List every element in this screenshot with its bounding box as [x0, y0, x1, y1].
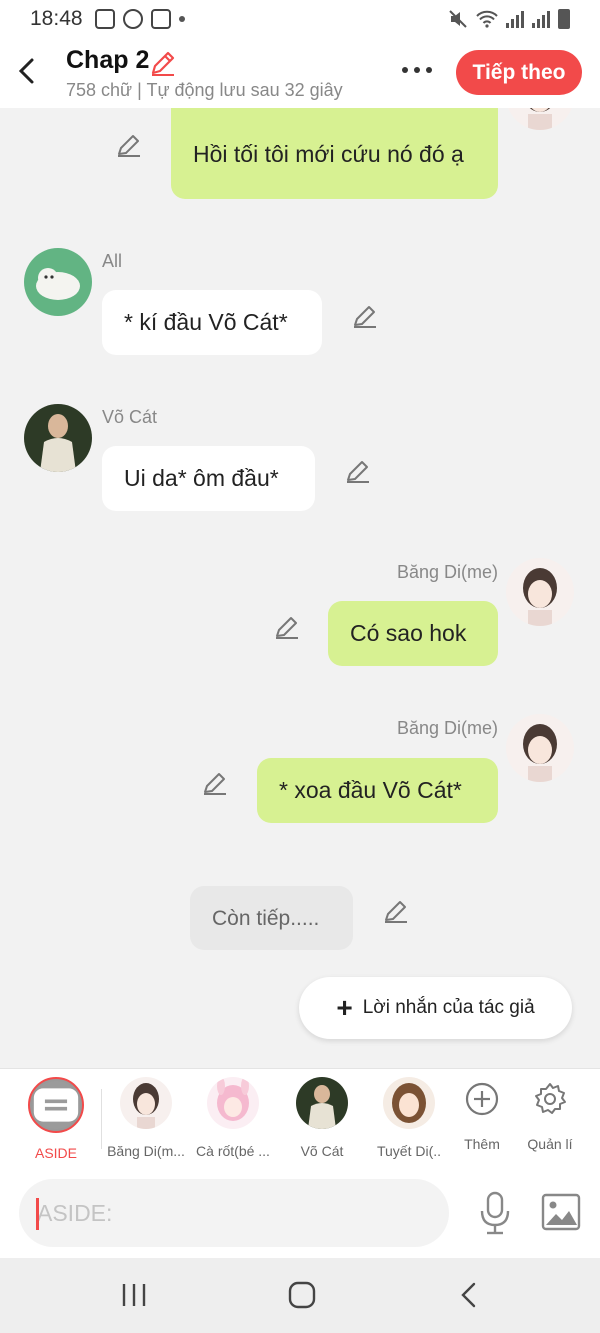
image-icon[interactable]: [540, 1192, 582, 1232]
message-bubble[interactable]: Hồi tối tôi mới cứu nó đó ạ: [171, 108, 498, 199]
gallery-notification-icon: [150, 9, 171, 29]
message-bubble[interactable]: Ui da* ôm đầu*: [102, 446, 315, 511]
character-avatar: [383, 1077, 435, 1129]
manage-label: Quản lí: [527, 1136, 573, 1152]
status-bar: 18:48: [0, 0, 600, 38]
aside-avatar: [28, 1077, 84, 1133]
avatar-all[interactable]: [24, 248, 92, 316]
character-avatar: [207, 1077, 259, 1129]
avatar-bang-di[interactable]: [506, 714, 574, 782]
word-count-autosave: 758 chữ | Tự động lưu sau 32 giây: [66, 80, 343, 100]
mute-icon: [449, 10, 467, 28]
message-bubble[interactable]: * kí đầu Võ Cát*: [102, 290, 322, 355]
edit-message-pencil-icon[interactable]: [352, 303, 378, 329]
home-icon[interactable]: [284, 1280, 320, 1310]
aside-text: Còn tiếp.....: [212, 906, 320, 930]
aside-bubble[interactable]: Còn tiếp.....: [190, 886, 353, 950]
character-name: Võ Cát: [300, 1143, 344, 1159]
edit-message-pencil-icon[interactable]: [345, 458, 371, 484]
message-text: * kí đầu Võ Cát*: [124, 309, 288, 335]
character-name: Tuyết Di(..: [376, 1143, 442, 1159]
youtube-notification-icon: [94, 9, 115, 29]
plus-icon: +: [336, 992, 353, 1023]
microphone-icon[interactable]: [476, 1190, 514, 1236]
character-ca-rot[interactable]: Cà rốt(bé ...: [188, 1077, 278, 1159]
system-icons: [448, 9, 570, 29]
message-text: Có sao hok: [350, 620, 467, 646]
message-text: Hồi tối tôi mới cứu nó đó ạ: [193, 141, 464, 167]
avatar-bang-di[interactable]: [506, 558, 574, 626]
signal-1-icon: [506, 10, 524, 28]
more-options-icon[interactable]: [398, 60, 436, 80]
character-tuyet-di[interactable]: Tuyết Di(..: [364, 1077, 454, 1159]
character-name: Băng Di(m...: [107, 1143, 185, 1159]
character-vo-cat[interactable]: Võ Cát: [277, 1077, 367, 1159]
manage-characters-button[interactable]: Quản lí: [518, 1081, 582, 1152]
back-nav-icon[interactable]: [452, 1280, 488, 1310]
character-avatar: [120, 1077, 172, 1129]
character-bar: ASIDE Băng Di(m... Cà rốt(bé ... Võ Cát …: [0, 1068, 600, 1170]
battery-icon: [558, 9, 570, 29]
back-arrow-icon[interactable]: [12, 54, 42, 88]
signal-2-icon: [532, 10, 550, 28]
add-circle-icon: [465, 1082, 499, 1116]
avatar-bang-di[interactable]: [506, 108, 574, 130]
sender-name: Băng Di(me): [396, 718, 498, 738]
edit-message-pencil-icon[interactable]: [116, 132, 142, 158]
sender-name: Võ Cát: [102, 407, 158, 427]
editor-header: Chap 2 758 chữ | Tự động lưu sau 32 giây…: [0, 38, 600, 108]
next-button[interactable]: Tiếp theo: [456, 50, 582, 95]
sender-name: Băng Di(me): [396, 562, 498, 582]
message-bubble[interactable]: * xoa đầu Võ Cát*: [257, 758, 498, 823]
character-name: ASIDE: [34, 1145, 77, 1161]
edit-message-pencil-icon[interactable]: [383, 898, 409, 924]
sender-name: All: [102, 251, 123, 271]
message-input[interactable]: [19, 1179, 449, 1247]
wifi-icon: [476, 10, 498, 28]
edit-message-pencil-icon[interactable]: [202, 770, 228, 796]
message-text: * xoa đầu Võ Cát*: [279, 777, 462, 803]
sync-notification-icon: [122, 9, 143, 29]
message-bubble[interactable]: Có sao hok: [328, 601, 498, 666]
edit-message-pencil-icon[interactable]: [274, 614, 300, 640]
avatar-vo-cat[interactable]: [24, 404, 92, 472]
author-note-label: Lời nhắn của tác giả: [362, 997, 535, 1018]
message-text: Ui da* ôm đầu*: [124, 465, 279, 491]
character-aside[interactable]: ASIDE: [11, 1077, 101, 1161]
character-name: Cà rốt(bé ...: [196, 1143, 270, 1159]
add-label: Thêm: [464, 1136, 500, 1152]
author-note-button[interactable]: + Lời nhắn của tác giả: [299, 977, 572, 1039]
gear-icon: [535, 1083, 566, 1114]
status-time: 18:48: [30, 7, 83, 30]
recent-apps-icon[interactable]: [116, 1280, 152, 1310]
add-character-button[interactable]: Thêm: [450, 1081, 514, 1152]
system-navigation-bar: [0, 1258, 600, 1333]
more-notifications-icon: [178, 16, 185, 22]
aside-message-icon: [33, 1088, 79, 1122]
input-bar: [0, 1170, 600, 1258]
character-avatar: [296, 1077, 348, 1129]
chapter-title: Chap 2: [66, 46, 150, 74]
character-bang-di[interactable]: Băng Di(m...: [101, 1077, 191, 1159]
chat-area[interactable]: Hồi tối tôi mới cứu nó đó ạ All * kí đầu…: [0, 108, 600, 1068]
edit-title-pencil-icon[interactable]: [148, 48, 178, 78]
notification-icons: [94, 9, 185, 29]
text-caret: [36, 1198, 39, 1230]
